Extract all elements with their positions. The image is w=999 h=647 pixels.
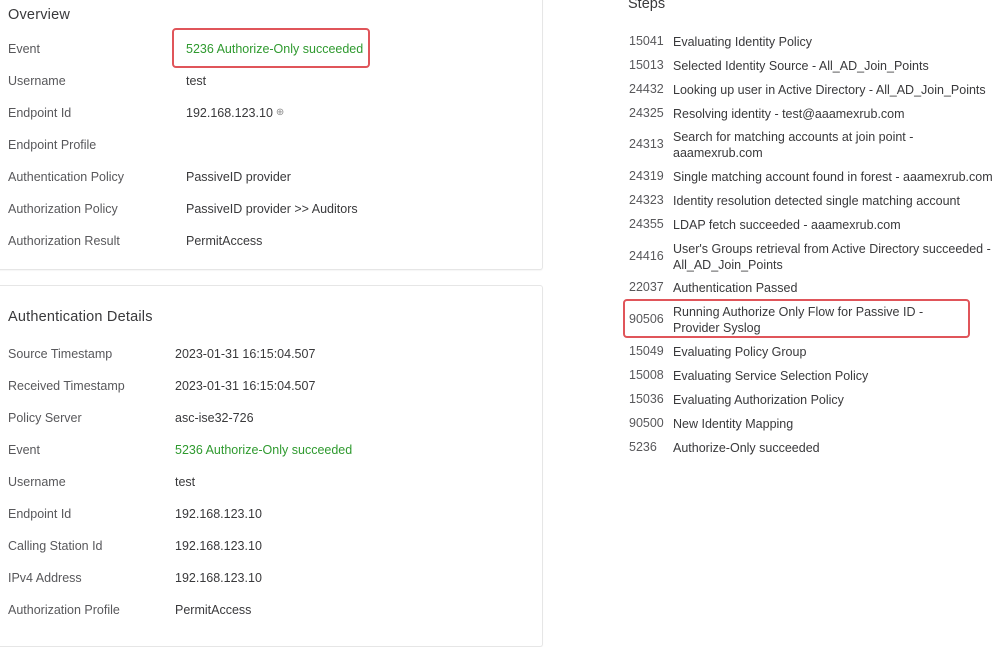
row-value: test — [175, 475, 196, 489]
row-key: Username — [8, 475, 66, 489]
authentication-details-title: Authentication Details — [8, 309, 153, 325]
row-key: Received Timestamp — [8, 379, 125, 393]
step-code: 15036 — [629, 392, 664, 406]
row-value: test — [186, 74, 207, 88]
row-value: 192.168.123.10 — [175, 571, 262, 585]
step-code: 24319 — [629, 169, 664, 183]
row-key: Authorization Result — [8, 234, 120, 248]
step-code: 15013 — [629, 58, 664, 72]
authentication-details-panel: Authentication Details Source Timestamp … — [0, 285, 543, 647]
step-description: Selected Identity Source - All_AD_Join_P… — [673, 59, 929, 73]
step-code: 24325 — [629, 106, 664, 120]
row-value: 192.168.123.10 — [186, 106, 273, 120]
step-description: Evaluating Authorization Policy — [673, 393, 844, 407]
step-code: 24355 — [629, 217, 664, 231]
step-description: Resolving identity - test@aaamexrub.com — [673, 107, 905, 121]
step-code: 22037 — [629, 280, 664, 294]
step-description: Authorize-Only succeeded — [673, 441, 820, 455]
row-value: PassiveID provider — [186, 170, 291, 184]
step-description: LDAP fetch succeeded - aaamexrub.com — [673, 218, 901, 232]
row-value: 2023-01-31 16:15:04.507 — [175, 347, 316, 361]
step-description: Single matching account found in forest … — [673, 170, 993, 184]
steps-title: Steps — [628, 0, 666, 12]
row-key: Source Timestamp — [8, 347, 113, 361]
event-status-value: 5236 Authorize-Only succeeded — [175, 443, 353, 457]
step-code: 15049 — [629, 344, 664, 358]
row-key: Authentication Policy — [8, 170, 125, 184]
row-key: Policy Server — [8, 411, 82, 425]
row-key: Event — [8, 42, 40, 56]
step-description: Identity resolution detected single matc… — [673, 194, 960, 208]
step-code: 90506 — [629, 312, 664, 326]
row-key: Endpoint Profile — [8, 138, 97, 152]
step-description: Search for matching accounts at join poi… — [673, 130, 914, 160]
row-key: Authorization Policy — [8, 202, 118, 216]
row-key: Authorization Profile — [8, 603, 120, 617]
row-value: PermitAccess — [175, 603, 252, 617]
event-status-value: 5236 Authorize-Only succeeded — [186, 42, 364, 56]
step-code: 90500 — [629, 416, 664, 430]
step-description: New Identity Mapping — [673, 417, 794, 431]
step-code: 24432 — [629, 82, 664, 96]
row-key: IPv4 Address — [8, 571, 82, 585]
step-description: User's Groups retrieval from Active Dire… — [673, 242, 991, 272]
step-code: 15041 — [629, 34, 664, 48]
row-value: PermitAccess — [186, 234, 263, 248]
row-key: Calling Station Id — [8, 539, 103, 553]
step-code: 15008 — [629, 368, 664, 382]
overview-title: Overview — [8, 7, 71, 23]
row-key: Username — [8, 74, 66, 88]
step-description: Authentication Passed — [673, 281, 798, 295]
row-key: Endpoint Id — [8, 106, 72, 120]
row-value: 192.168.123.10 — [175, 539, 262, 553]
overview-panel: Overview Event 5236 Authorize-Only succe… — [0, 0, 543, 270]
row-key: Event — [8, 443, 40, 457]
row-key: Endpoint Id — [8, 507, 72, 521]
step-description: Evaluating Identity Policy — [673, 35, 812, 49]
globe-icon[interactable]: ⊕ — [276, 107, 284, 118]
step-description: Evaluating Service Selection Policy — [673, 369, 869, 383]
step-description: Running Authorize Only Flow for Passive … — [673, 305, 924, 335]
row-value: 2023-01-31 16:15:04.507 — [175, 379, 316, 393]
row-value: 192.168.123.10 — [175, 507, 262, 521]
step-code: 24313 — [629, 137, 664, 151]
step-code: 5236 — [629, 440, 657, 454]
row-value: PassiveID provider >> Auditors — [186, 202, 358, 216]
step-description: Looking up user in Active Directory - Al… — [673, 83, 986, 97]
step-description: Evaluating Policy Group — [673, 345, 807, 359]
step-code: 24323 — [629, 193, 664, 207]
endpoint-id-value: 192.168.123.10 ⊕ — [186, 106, 284, 120]
step-code: 24416 — [629, 249, 664, 263]
row-value: asc-ise32-726 — [175, 411, 254, 425]
